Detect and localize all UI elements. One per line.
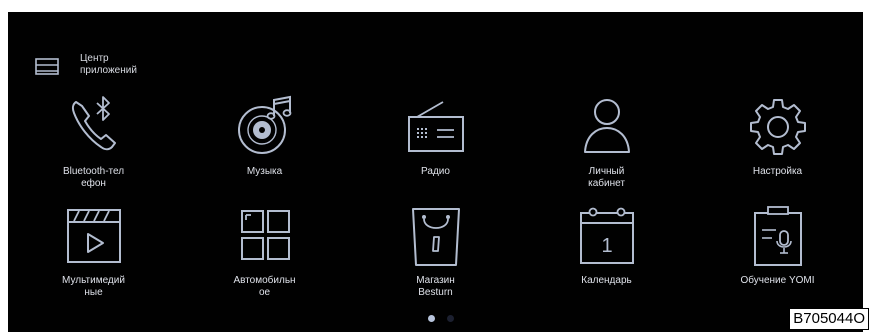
- calendar-day-number: 1: [601, 235, 612, 257]
- app-store[interactable]: Магазин Besturn: [350, 201, 521, 313]
- video-clapper-icon: [66, 209, 121, 263]
- app-label: Радио: [421, 166, 450, 177]
- app-calendar[interactable]: 1 Календарь: [521, 201, 692, 313]
- app-settings[interactable]: Настройка: [692, 92, 863, 201]
- app-automotive[interactable]: Автомобильн ое: [179, 201, 350, 313]
- app-label: Музыка: [246, 166, 283, 177]
- app-label: Обучение YOMI: [740, 275, 815, 286]
- app-center-screen: Центр приложений Bluetooth-тел ефон Музы…: [8, 12, 863, 332]
- voice-assistant-icon: [753, 206, 802, 266]
- app-label: Мультимедий ные: [62, 275, 125, 298]
- music-disc-icon: [237, 95, 291, 154]
- page-dot-active[interactable]: [428, 315, 435, 322]
- app-label: Личный кабинет: [588, 166, 625, 189]
- grid-icon: [240, 210, 290, 260]
- app-music[interactable]: Музыка: [179, 92, 350, 201]
- app-center-icon[interactable]: [32, 52, 62, 82]
- image-code-label: B705044O: [789, 308, 869, 330]
- bluetooth-phone-icon: [71, 96, 116, 151]
- calendar-icon: 1: [579, 207, 634, 264]
- app-yomi-training[interactable]: Обучение YOMI: [692, 201, 863, 313]
- app-label: Автомобильн ое: [233, 275, 296, 298]
- app-radio[interactable]: Радио: [350, 92, 521, 201]
- app-label: Bluetooth-тел ефон: [62, 166, 125, 189]
- app-bluetooth-phone[interactable]: Bluetooth-тел ефон: [8, 92, 179, 201]
- app-grid: Bluetooth-тел ефон Музыка Радио Личный к…: [8, 92, 863, 313]
- gear-icon: [749, 99, 806, 155]
- app-multimedia[interactable]: Мультимедий ные: [8, 201, 179, 313]
- page-title: Центр приложений: [80, 53, 137, 76]
- shopping-bag-icon: [411, 208, 460, 266]
- app-label: Магазин Besturn: [416, 275, 455, 298]
- page-indicator: [428, 315, 454, 322]
- app-label: Настройка: [752, 166, 803, 177]
- app-label: Календарь: [581, 275, 632, 286]
- radio-icon: [407, 101, 464, 152]
- user-profile-icon: [583, 99, 630, 153]
- page-header: Центр приложений: [32, 52, 160, 82]
- page-dot-inactive[interactable]: [447, 315, 454, 322]
- app-profile[interactable]: Личный кабинет: [521, 92, 692, 201]
